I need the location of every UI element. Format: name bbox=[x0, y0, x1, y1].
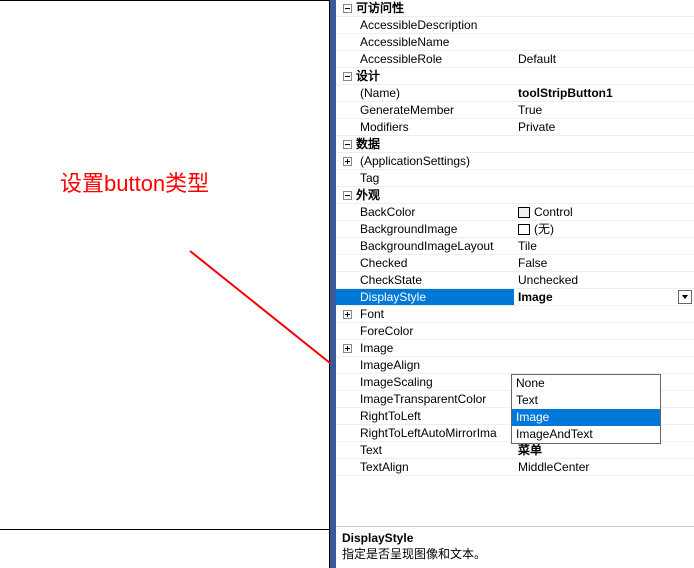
prop-name[interactable]: (Name)toolStripButton1 bbox=[336, 85, 694, 102]
prop-accessibledescription[interactable]: AccessibleDescription bbox=[336, 17, 694, 34]
color-swatch-icon bbox=[518, 207, 530, 218]
prop-text[interactable]: Text菜单 bbox=[336, 442, 694, 459]
prop-applicationsettings[interactable]: (ApplicationSettings) bbox=[336, 153, 694, 170]
expand-icon[interactable] bbox=[340, 154, 354, 168]
category-label: 可访问性 bbox=[356, 0, 404, 17]
category-label: 设计 bbox=[356, 68, 380, 85]
help-description: 指定是否呈现图像和文本。 bbox=[342, 545, 688, 562]
prop-accessiblerole[interactable]: AccessibleRoleDefault bbox=[336, 51, 694, 68]
displaystyle-value: Image bbox=[518, 289, 553, 306]
dropdown-item-none[interactable]: None bbox=[512, 375, 660, 392]
expand-icon[interactable] bbox=[340, 341, 354, 355]
expand-icon[interactable] bbox=[340, 307, 354, 321]
prop-textalign[interactable]: TextAlignMiddleCenter bbox=[336, 459, 694, 476]
dropdown-item-text[interactable]: Text bbox=[512, 392, 660, 409]
prop-backgroundimage[interactable]: BackgroundImage(无) bbox=[336, 221, 694, 238]
dropdown-button[interactable] bbox=[678, 290, 692, 304]
prop-font[interactable]: Font bbox=[336, 306, 694, 323]
prop-image[interactable]: Image bbox=[336, 340, 694, 357]
prop-backgroundimagelayout[interactable]: BackgroundImageLayoutTile bbox=[336, 238, 694, 255]
annotation-text: 设置button类型 bbox=[60, 166, 209, 198]
prop-displaystyle[interactable]: DisplayStyle Image bbox=[336, 289, 694, 306]
prop-modifiers[interactable]: ModifiersPrivate bbox=[336, 119, 694, 136]
prop-imagealign[interactable]: ImageAlign bbox=[336, 357, 694, 374]
image-swatch-icon bbox=[518, 224, 530, 235]
prop-forecolor[interactable]: ForeColor bbox=[336, 323, 694, 340]
help-pane: DisplayStyle 指定是否呈现图像和文本。 bbox=[336, 526, 694, 566]
dropdown-item-image[interactable]: Image bbox=[512, 409, 660, 426]
prop-accessiblename[interactable]: AccessibleName bbox=[336, 34, 694, 51]
prop-tag[interactable]: Tag bbox=[336, 170, 694, 187]
prop-generatemember[interactable]: GenerateMemberTrue bbox=[336, 102, 694, 119]
annotation-arrow bbox=[180, 241, 350, 381]
collapse-icon[interactable] bbox=[340, 69, 354, 83]
category-label: 外观 bbox=[356, 187, 380, 204]
prop-backcolor[interactable]: BackColorControl bbox=[336, 204, 694, 221]
help-title: DisplayStyle bbox=[342, 531, 688, 545]
prop-checked[interactable]: CheckedFalse bbox=[336, 255, 694, 272]
category-appearance[interactable]: 外观 bbox=[336, 187, 694, 204]
design-surface: 设置button类型 bbox=[0, 0, 330, 568]
dropdown-item-imageandtext[interactable]: ImageAndText bbox=[512, 426, 660, 443]
category-accessibility[interactable]: 可访问性 bbox=[336, 0, 694, 17]
collapse-icon[interactable] bbox=[340, 188, 354, 202]
category-data[interactable]: 数据 bbox=[336, 136, 694, 153]
divider bbox=[0, 529, 330, 530]
category-label: 数据 bbox=[356, 136, 380, 153]
prop-checkstate[interactable]: CheckStateUnchecked bbox=[336, 272, 694, 289]
property-grid: 可访问性 AccessibleDescription AccessibleNam… bbox=[330, 0, 694, 568]
category-design[interactable]: 设计 bbox=[336, 68, 694, 85]
displaystyle-dropdown[interactable]: None Text Image ImageAndText bbox=[511, 374, 661, 444]
collapse-icon[interactable] bbox=[340, 137, 354, 151]
collapse-icon[interactable] bbox=[340, 1, 354, 15]
